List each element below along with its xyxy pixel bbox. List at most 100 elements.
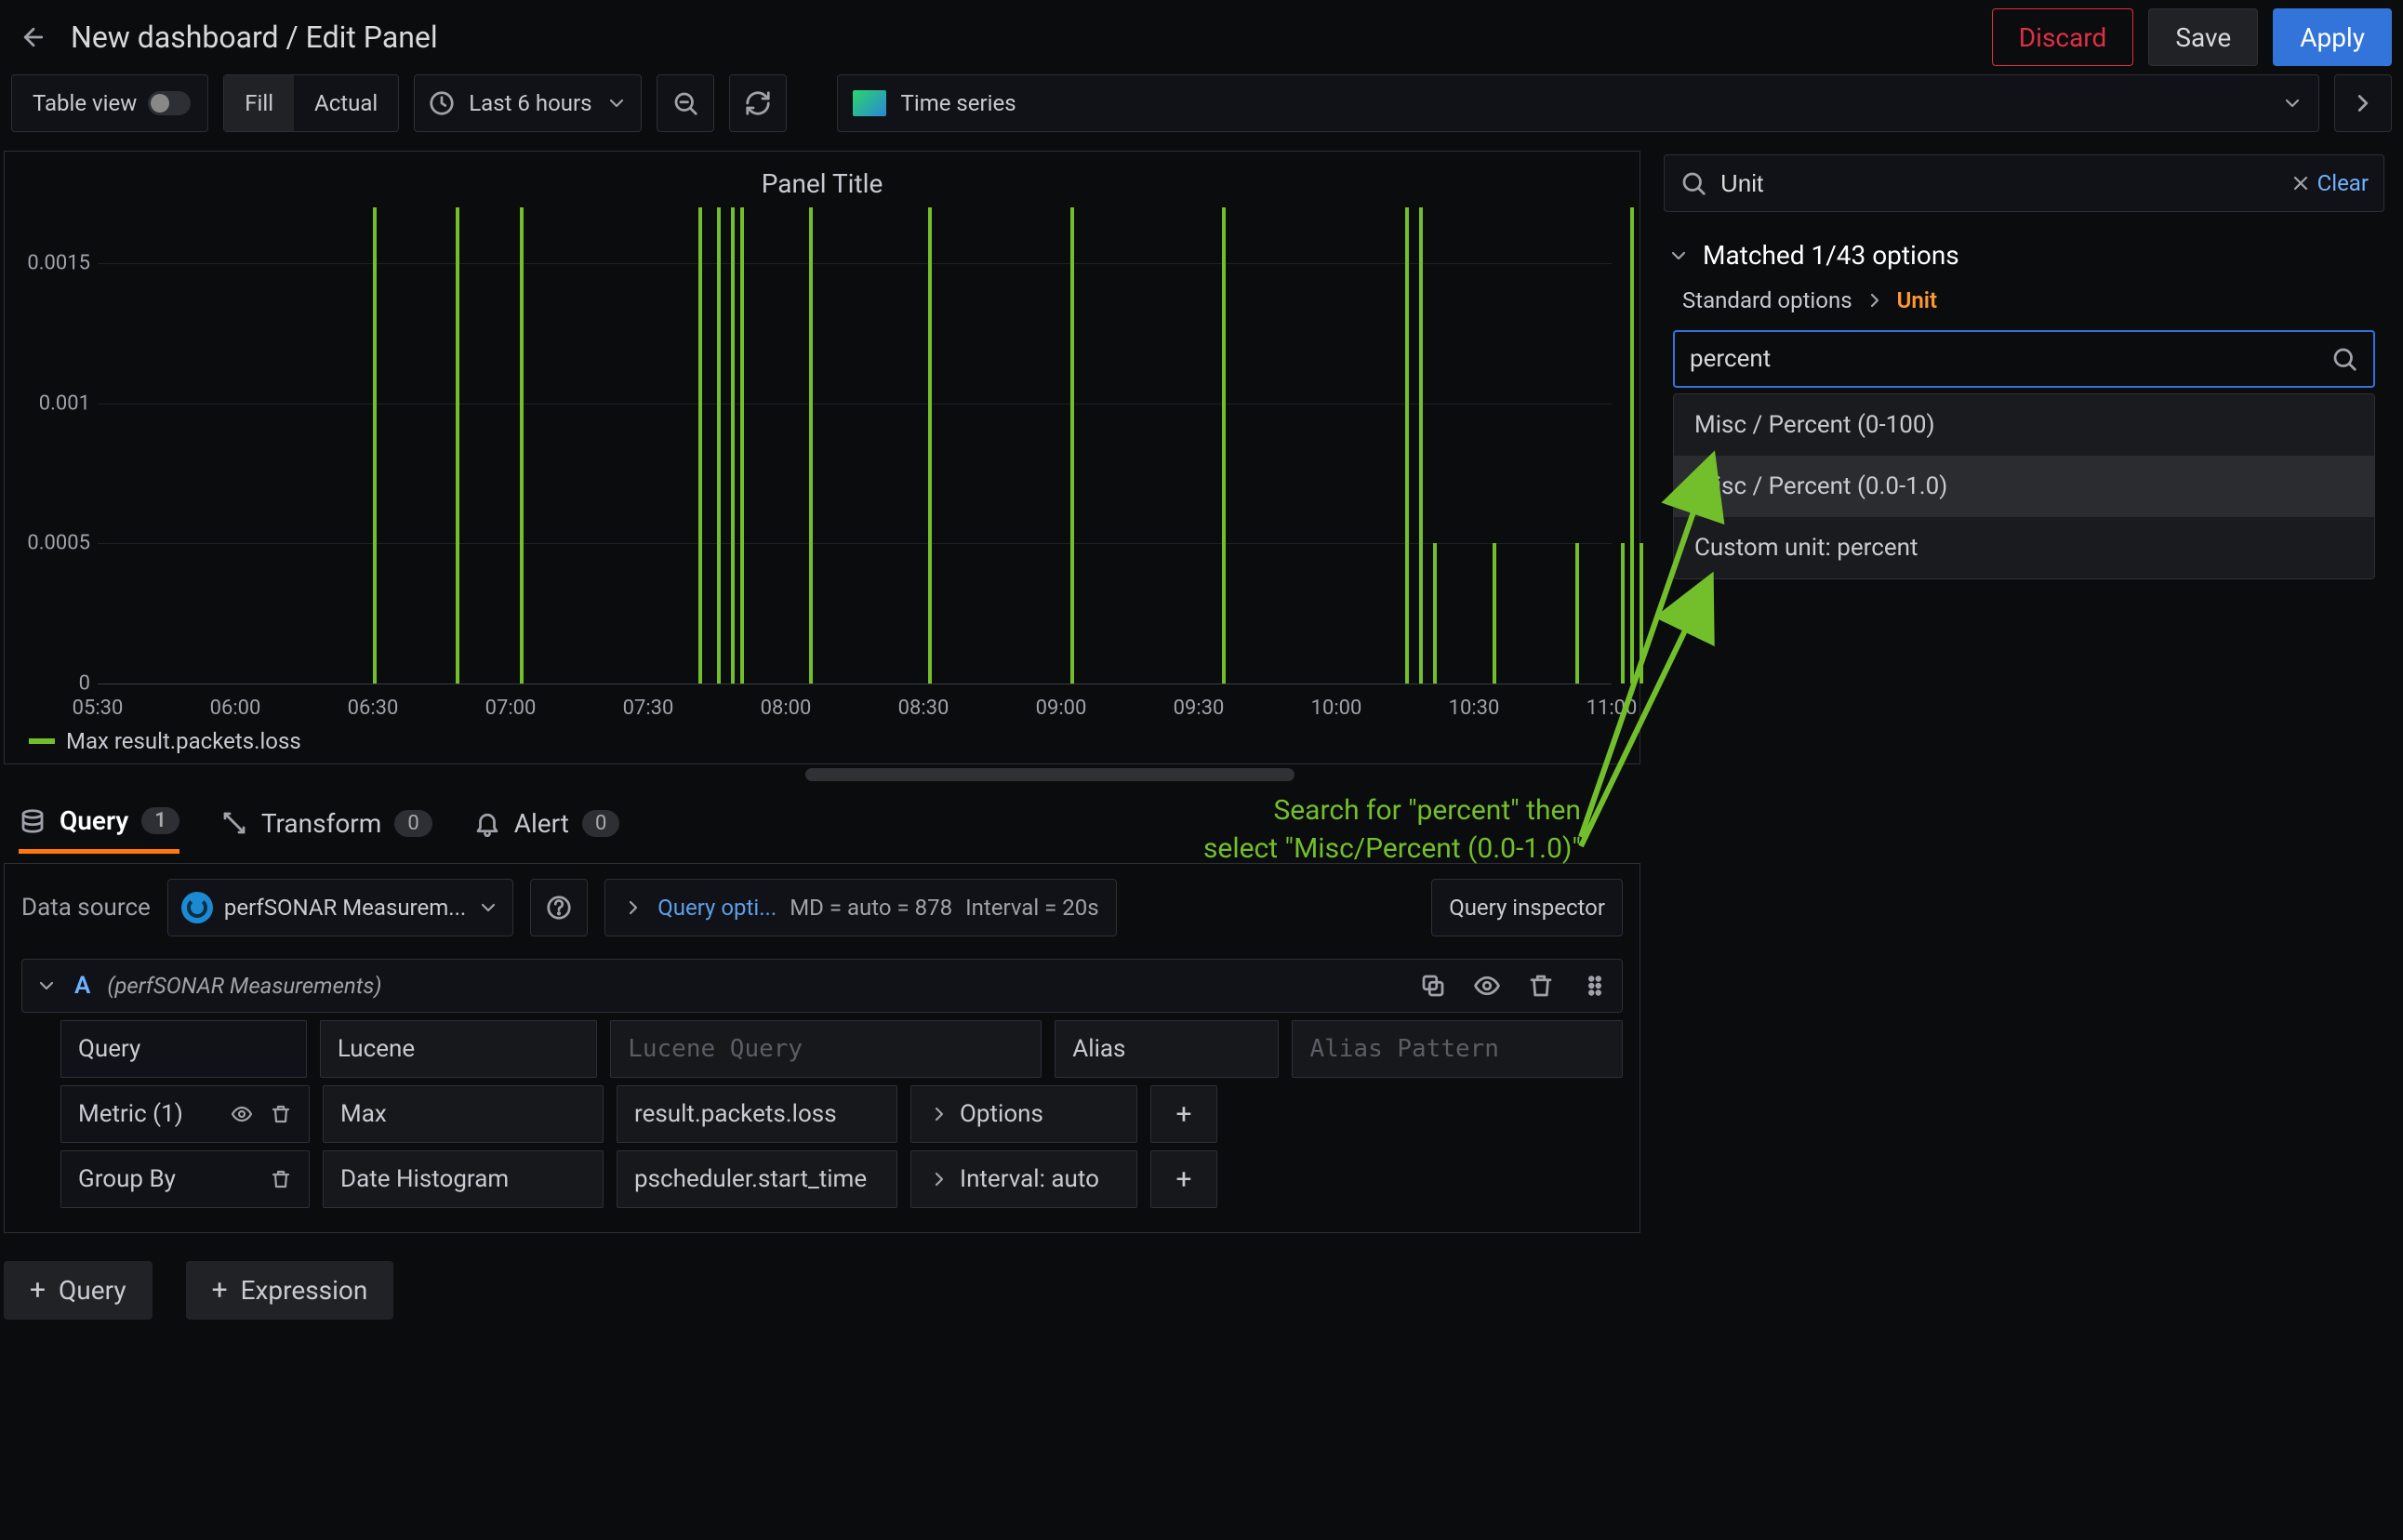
trash-icon[interactable] bbox=[270, 1168, 292, 1190]
groupby-add-button[interactable]: + bbox=[1150, 1150, 1217, 1208]
add-expression-button[interactable]: +Expression bbox=[186, 1261, 394, 1320]
panel-title: Panel Title bbox=[5, 152, 1640, 216]
breadcrumb-unit: Unit bbox=[1897, 287, 1937, 313]
chevron-right-icon bbox=[928, 1168, 950, 1190]
eye-icon[interactable] bbox=[231, 1103, 253, 1125]
discard-button[interactable]: Discard bbox=[1992, 8, 2134, 66]
refresh-icon bbox=[744, 89, 772, 117]
table-view-label: Table view bbox=[33, 90, 137, 116]
alias-label: Alias bbox=[1055, 1020, 1279, 1078]
unit-option-custom[interactable]: Custom unit: percent bbox=[1674, 517, 2374, 578]
groupby-field-select[interactable]: pscheduler.start_time bbox=[617, 1150, 897, 1208]
query-options-link: Query opti... bbox=[657, 895, 777, 921]
chevron-down-icon bbox=[35, 975, 58, 997]
tab-alert[interactable]: Alert 0 bbox=[473, 808, 620, 852]
expand-viz-button[interactable] bbox=[2334, 74, 2392, 132]
fit-mode-group: Fill Actual bbox=[223, 74, 399, 132]
drag-handle-icon[interactable] bbox=[1581, 972, 1609, 1000]
unit-option-percent-0-100[interactable]: Misc / Percent (0-100) bbox=[1674, 394, 2374, 456]
x-axis-labels: 05:3006:0006:3007:0007:3008:0008:3009:00… bbox=[98, 697, 1612, 724]
alias-field[interactable] bbox=[1309, 1035, 1605, 1063]
time-range-label: Last 6 hours bbox=[469, 90, 591, 116]
data-source-label: Data source bbox=[21, 894, 151, 922]
horizontal-scrollbar[interactable] bbox=[7, 768, 1637, 781]
chevron-right-icon bbox=[1864, 289, 1886, 312]
fill-option[interactable]: Fill bbox=[224, 75, 294, 131]
apply-button[interactable]: Apply bbox=[2273, 8, 2392, 66]
chevron-down-icon bbox=[477, 896, 499, 919]
query-options-toggle[interactable]: Query opti... MD = auto = 878 Interval =… bbox=[604, 879, 1116, 936]
transform-icon bbox=[220, 809, 248, 837]
alias-input[interactable] bbox=[1292, 1020, 1623, 1078]
metric-label: Metric (1) bbox=[60, 1085, 310, 1143]
query-editor: Data source perfSONAR Measurem... Query … bbox=[4, 863, 1640, 1233]
chevron-right-icon bbox=[622, 896, 644, 919]
options-search[interactable]: Clear bbox=[1664, 154, 2384, 212]
options-search-input[interactable] bbox=[1720, 169, 2277, 198]
y-axis-labels: 00.00050.0010.0015 bbox=[14, 207, 98, 684]
query-inspector-button[interactable]: Query inspector bbox=[1431, 879, 1623, 936]
matched-count: Matched 1/43 options bbox=[1703, 240, 1959, 271]
tab-alert-count: 0 bbox=[582, 810, 619, 837]
tab-transform-label: Transform bbox=[261, 808, 382, 839]
search-icon bbox=[1679, 169, 1707, 197]
query-field-label: Query bbox=[60, 1020, 307, 1078]
visualization-picker[interactable]: Time series bbox=[837, 74, 2319, 132]
matched-section-header[interactable]: Matched 1/43 options bbox=[1645, 223, 2403, 287]
metric-agg-select[interactable]: Max bbox=[323, 1085, 604, 1143]
data-source-select[interactable]: perfSONAR Measurem... bbox=[167, 879, 513, 936]
unit-dropdown: Misc / Percent (0-100) Misc / Percent (0… bbox=[1673, 393, 2375, 579]
chevron-right-icon bbox=[928, 1103, 950, 1125]
actual-option[interactable]: Actual bbox=[294, 75, 398, 131]
eye-icon[interactable] bbox=[1473, 972, 1501, 1000]
tab-transform-count: 0 bbox=[394, 810, 431, 837]
chart-plot-area[interactable] bbox=[98, 207, 1612, 684]
tab-query[interactable]: Query 1 bbox=[19, 805, 179, 854]
search-icon bbox=[2330, 345, 2358, 373]
save-button[interactable]: Save bbox=[2148, 8, 2258, 66]
page-title: New dashboard / Edit Panel bbox=[71, 20, 438, 55]
lucene-query-input[interactable] bbox=[610, 1020, 1042, 1078]
chevron-down-icon bbox=[1667, 245, 1690, 267]
zoom-out-icon bbox=[671, 89, 699, 117]
panel-preview: Panel Title 00.00050.0010.0015 05:3006:0… bbox=[4, 151, 1640, 764]
query-options-md: MD = auto = 878 bbox=[790, 895, 952, 921]
metric-field-select[interactable]: result.packets.loss bbox=[617, 1085, 897, 1143]
tab-query-count: 1 bbox=[141, 807, 179, 834]
query-ds-name: (perfSONAR Measurements) bbox=[107, 973, 381, 999]
add-query-button[interactable]: +Query bbox=[4, 1261, 153, 1320]
clear-search-button[interactable]: Clear bbox=[2290, 170, 2369, 196]
tab-transform[interactable]: Transform 0 bbox=[220, 808, 432, 852]
table-view-toggle[interactable]: Table view bbox=[11, 74, 208, 132]
refresh-button[interactable] bbox=[729, 74, 787, 132]
option-breadcrumb[interactable]: Standard options Unit bbox=[1645, 287, 2403, 325]
lucene-query-field[interactable] bbox=[628, 1035, 1024, 1063]
arrow-left-icon bbox=[20, 23, 47, 51]
unit-option-percent-0-1[interactable]: Misc / Percent (0.0-1.0) bbox=[1674, 456, 2374, 517]
query-type-select[interactable]: Lucene bbox=[320, 1020, 597, 1078]
chevron-right-icon bbox=[2349, 89, 2377, 117]
chart-legend[interactable]: Max result.packets.loss bbox=[29, 728, 301, 754]
metric-add-button[interactable]: + bbox=[1150, 1085, 1217, 1143]
chevron-down-icon bbox=[605, 92, 628, 114]
back-button[interactable] bbox=[11, 15, 56, 60]
zoom-out-button[interactable] bbox=[657, 74, 714, 132]
tab-query-label: Query bbox=[60, 805, 128, 836]
trash-icon[interactable] bbox=[270, 1103, 292, 1125]
database-icon bbox=[19, 807, 46, 835]
time-range-picker[interactable]: Last 6 hours bbox=[414, 74, 641, 132]
metric-options-toggle[interactable]: Options bbox=[910, 1085, 1137, 1143]
groupby-interval-toggle[interactable]: Interval: auto bbox=[910, 1150, 1137, 1208]
tab-alert-label: Alert bbox=[514, 808, 569, 839]
groupby-label: Group By bbox=[60, 1150, 310, 1208]
unit-search-input[interactable]: percent bbox=[1673, 330, 2375, 388]
groupby-agg-select[interactable]: Date Histogram bbox=[323, 1150, 604, 1208]
query-row-header[interactable]: A (perfSONAR Measurements) bbox=[21, 959, 1623, 1013]
copy-icon[interactable] bbox=[1419, 972, 1447, 1000]
data-source-name: perfSONAR Measurem... bbox=[224, 895, 466, 921]
visualization-label: Time series bbox=[901, 90, 2266, 116]
data-source-help-button[interactable] bbox=[530, 879, 588, 936]
metric-label-text: Metric (1) bbox=[78, 1100, 183, 1128]
trash-icon[interactable] bbox=[1527, 972, 1555, 1000]
x-icon bbox=[2290, 172, 2312, 194]
